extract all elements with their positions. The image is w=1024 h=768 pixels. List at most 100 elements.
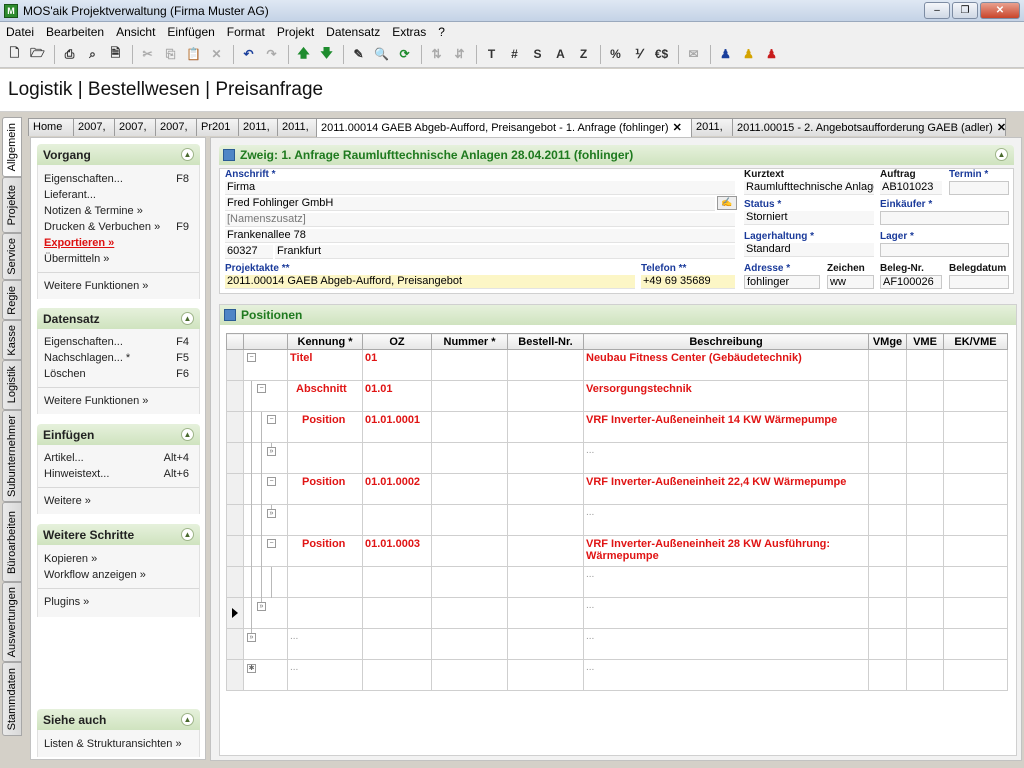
vmge-cell[interactable]: [868, 659, 907, 691]
action-hinweistext[interactable]: Hinweistext... Alt+6: [38, 467, 199, 483]
bestell-nr-cell[interactable]: [507, 349, 584, 381]
user-yellow-icon[interactable]: ♟: [738, 44, 759, 65]
oz-cell[interactable]: [362, 442, 432, 474]
sum-format-button[interactable]: S: [527, 44, 548, 65]
bestell-nr-cell[interactable]: [507, 411, 584, 443]
text-node-icon[interactable]: »: [257, 602, 266, 611]
collapse-icon[interactable]: ▲: [181, 528, 194, 541]
beschreibung-cell[interactable]: ...: [583, 504, 869, 536]
action-datensatz-eigenschaften[interactable]: Eigenschaften... F4: [38, 335, 199, 351]
open-folder-icon[interactable]: 🗁: [27, 44, 48, 65]
beschreibung-cell[interactable]: Versorgungstechnik: [583, 380, 869, 412]
nummer-cell[interactable]: [431, 349, 508, 381]
vme-cell[interactable]: [906, 411, 944, 443]
more-functions-link[interactable]: Weitere Funktionen »: [38, 277, 199, 297]
row-selector[interactable]: [226, 411, 244, 443]
side-tab-subunternehmer[interactable]: Subunternehmer: [2, 410, 22, 502]
nummer-cell[interactable]: [431, 473, 508, 505]
address-lookup-button[interactable]: ✍: [717, 196, 737, 210]
section-header[interactable]: Weitere Schritte ▲: [37, 524, 200, 545]
find-icon[interactable]: 🔍: [371, 44, 392, 65]
ek-vme-cell[interactable]: [943, 628, 1008, 660]
nummer-cell[interactable]: [431, 659, 508, 691]
doc-tab-home[interactable]: Home: [28, 118, 74, 136]
side-tab-kasse[interactable]: Kasse: [2, 320, 22, 360]
kurztext-field[interactable]: Raumlufttechnische Anlage: [744, 181, 874, 195]
oz-cell[interactable]: [362, 566, 432, 598]
vme-cell[interactable]: [906, 628, 944, 660]
kennung-cell[interactable]: Position: [287, 535, 363, 567]
bestell-nr-cell[interactable]: [507, 659, 584, 691]
vme-cell[interactable]: [906, 473, 944, 505]
column-header-oz[interactable]: OZ: [362, 333, 432, 350]
namenszusatz-field[interactable]: [Namenszusatz]: [225, 213, 735, 227]
copy-icon[interactable]: ⎘: [160, 44, 181, 65]
oz-cell[interactable]: [362, 628, 432, 660]
bestell-nr-cell[interactable]: [507, 628, 584, 660]
doc-tab[interactable]: 2011,: [691, 118, 733, 136]
kennung-cell[interactable]: Abschnitt: [287, 380, 363, 412]
preview-icon[interactable]: 🗎: [105, 44, 126, 65]
table-row-current[interactable]: » ...: [226, 597, 1008, 629]
doc-tab[interactable]: 2007,: [73, 118, 115, 136]
row-selector[interactable]: [226, 597, 244, 629]
kennung-cell[interactable]: [287, 566, 363, 598]
kennung-cell[interactable]: Position: [287, 473, 363, 505]
zeichen-field[interactable]: ww: [827, 275, 874, 289]
beschreibung-cell[interactable]: VRF Inverter-Außeneinheit 22,4 KW Wärmep…: [583, 473, 869, 505]
collapse-icon[interactable]: ▲: [181, 713, 194, 726]
termin-field[interactable]: [949, 181, 1009, 195]
delete-icon[interactable]: ✕: [206, 44, 227, 65]
action-eigenschaften[interactable]: Eigenschaften... F8: [38, 172, 199, 188]
kennung-cell[interactable]: ...: [287, 659, 363, 691]
menu-datensatz[interactable]: Datensatz: [320, 25, 386, 39]
action-kopieren[interactable]: Kopieren »: [38, 552, 199, 568]
oz-cell[interactable]: [362, 504, 432, 536]
bestell-nr-cell[interactable]: [507, 473, 584, 505]
collapse-icon[interactable]: ▲: [181, 312, 194, 325]
action-listen-strukturansichten[interactable]: Listen & Strukturansichten »: [38, 737, 199, 753]
section-header[interactable]: Vorgang ▲: [37, 144, 200, 165]
arrow-down-icon[interactable]: 🡇: [316, 44, 337, 65]
doc-tab[interactable]: 2011,: [238, 118, 278, 136]
row-selector[interactable]: [226, 659, 244, 691]
row-selector[interactable]: [226, 566, 244, 598]
numbering-icon[interactable]: ⅟: [628, 44, 649, 65]
menu-projekt[interactable]: Projekt: [271, 25, 320, 39]
belegdatum-field[interactable]: [949, 275, 1009, 289]
doc-tab[interactable]: Pr201: [196, 118, 239, 136]
vmge-cell[interactable]: [868, 504, 907, 536]
ek-vme-cell[interactable]: [943, 380, 1008, 412]
user-blue-icon[interactable]: ♟: [715, 44, 736, 65]
column-header-bestell-nr[interactable]: Bestell-Nr.: [507, 333, 584, 350]
oz-cell[interactable]: 01.01.0002: [362, 473, 432, 505]
side-tab-auswertungen[interactable]: Auswertungen: [2, 582, 22, 662]
ek-vme-cell[interactable]: [943, 442, 1008, 474]
beschreibung-cell[interactable]: ...: [583, 566, 869, 598]
table-row[interactable]: − Abschnitt 01.01 Versorgungstechnik: [226, 380, 1008, 412]
vme-cell[interactable]: [906, 504, 944, 536]
beschreibung-cell[interactable]: ...: [583, 659, 869, 691]
beschreibung-cell[interactable]: Neubau Fitness Center (Gebäudetechnik): [583, 349, 869, 381]
close-tab-icon[interactable]: ✕: [997, 122, 1005, 134]
menu-datei[interactable]: Datei: [0, 25, 40, 39]
percent-button[interactable]: %: [605, 44, 626, 65]
new-file-icon[interactable]: 🗋: [4, 44, 25, 65]
section-header[interactable]: Einfügen ▲: [37, 424, 200, 445]
a-format-button[interactable]: A: [550, 44, 571, 65]
action-notizen-termine[interactable]: Notizen & Termine »: [38, 204, 199, 220]
auftrag-field[interactable]: AB101023: [880, 181, 942, 195]
doc-tab[interactable]: 2011.00015 - 2. Angebotsaufforderung GAE…: [732, 118, 1006, 136]
beschreibung-cell[interactable]: ...: [583, 442, 869, 474]
vmge-cell[interactable]: [868, 628, 907, 660]
number-format-button[interactable]: #: [504, 44, 525, 65]
undo-icon[interactable]: ↶: [238, 44, 259, 65]
vmge-cell[interactable]: [868, 535, 907, 567]
beschreibung-cell[interactable]: ...: [583, 597, 869, 629]
new-row-icon[interactable]: ✱: [247, 664, 256, 673]
vme-cell[interactable]: [906, 380, 944, 412]
telefon-field[interactable]: +49 69 35689: [641, 275, 735, 289]
column-header-vme[interactable]: VME: [906, 333, 944, 350]
column-header-vmge[interactable]: VMge: [868, 333, 907, 350]
row-selector[interactable]: [226, 473, 244, 505]
